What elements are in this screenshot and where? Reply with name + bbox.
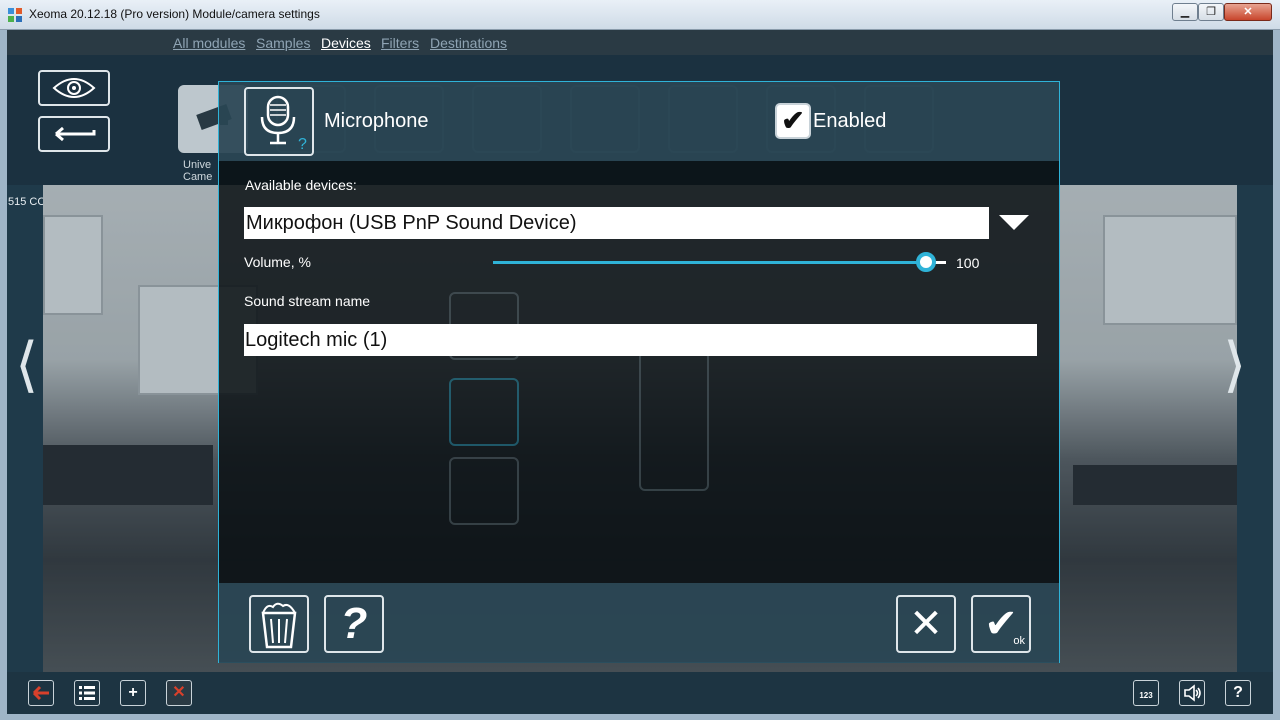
- enabled-label: Enabled: [813, 110, 887, 132]
- sound-icon: [1184, 684, 1201, 702]
- ghost-preview-tile: [639, 351, 709, 491]
- nav-filters[interactable]: Filters: [381, 35, 419, 51]
- cancel-button[interactable]: ✕: [896, 595, 956, 653]
- eye-icon: [52, 78, 96, 98]
- minimize-button[interactable]: ▁: [1172, 3, 1198, 21]
- window-titlebar: Xeoma 20.12.18 (Pro version) Module/came…: [0, 0, 1280, 30]
- microphone-icon: ?: [260, 95, 307, 153]
- ok-button[interactable]: ✔ ok: [971, 595, 1031, 653]
- stream-name-input[interactable]: [244, 324, 1037, 356]
- app-logo-icon: [8, 8, 22, 22]
- available-devices-label: Available devices:: [245, 177, 357, 193]
- list-view-button[interactable]: [74, 680, 100, 706]
- nav-all-modules[interactable]: All modules: [173, 35, 245, 51]
- ghost-microphone-tile: [449, 457, 519, 525]
- volume-value: 100: [956, 255, 980, 271]
- red-back-arrow-icon: [32, 685, 49, 701]
- volume-label: Volume, %: [244, 254, 311, 270]
- trash-icon: [261, 602, 297, 649]
- help-badge: ?: [298, 136, 307, 153]
- microphone-module-icon: ?: [244, 87, 314, 156]
- dialog-title: Microphone: [324, 110, 429, 132]
- maximize-button[interactable]: ❐: [1198, 3, 1224, 21]
- bottom-toolbar: + ✕ 123 ?: [7, 672, 1273, 714]
- top-nav: All modules Samples Devices Filters Dest…: [7, 30, 1273, 55]
- nav-samples[interactable]: Samples: [256, 35, 310, 51]
- stream-name-label: Sound stream name: [244, 293, 371, 309]
- back-icon: [55, 126, 96, 142]
- previous-camera-arrow[interactable]: ⟨: [15, 330, 38, 400]
- help-button-bottom[interactable]: ?: [1225, 680, 1251, 706]
- list-icon: [79, 686, 95, 700]
- view-mode-button[interactable]: [38, 70, 110, 106]
- camera-tile-label: Unive Came: [183, 159, 213, 183]
- volume-slider-track[interactable]: [493, 261, 946, 264]
- sound-button[interactable]: [1179, 680, 1205, 706]
- delete-module-button[interactable]: [249, 595, 309, 653]
- back-button[interactable]: [38, 116, 110, 152]
- exit-button[interactable]: [28, 680, 54, 706]
- add-camera-button[interactable]: +: [120, 680, 146, 706]
- chevron-down-icon[interactable]: [999, 215, 1029, 230]
- close-window-button[interactable]: ✕: [1224, 3, 1272, 21]
- music-numbers-button[interactable]: 123: [1133, 680, 1159, 706]
- volume-slider-thumb[interactable]: [916, 252, 936, 272]
- nav-devices[interactable]: Devices: [321, 35, 371, 51]
- ghost-lens-tile: [449, 378, 519, 446]
- delete-camera-button[interactable]: ✕: [166, 680, 192, 706]
- microphone-settings-dialog: ? Microphone ✔ Enabled Available devices…: [218, 81, 1060, 663]
- dialog-footer: ? ✕ ✔ ok: [219, 583, 1059, 663]
- dialog-header: ? Microphone ✔ Enabled: [219, 82, 1059, 161]
- device-select[interactable]: Микрофон (USB PnP Sound Device): [244, 207, 989, 239]
- window-title: Xeoma 20.12.18 (Pro version) Module/came…: [29, 7, 320, 21]
- next-camera-arrow[interactable]: ⟩: [1223, 330, 1246, 400]
- help-button[interactable]: ?: [324, 595, 384, 653]
- enabled-checkbox[interactable]: ✔: [775, 103, 811, 139]
- nav-destinations[interactable]: Destinations: [430, 35, 507, 51]
- ok-label: ok: [1013, 635, 1025, 647]
